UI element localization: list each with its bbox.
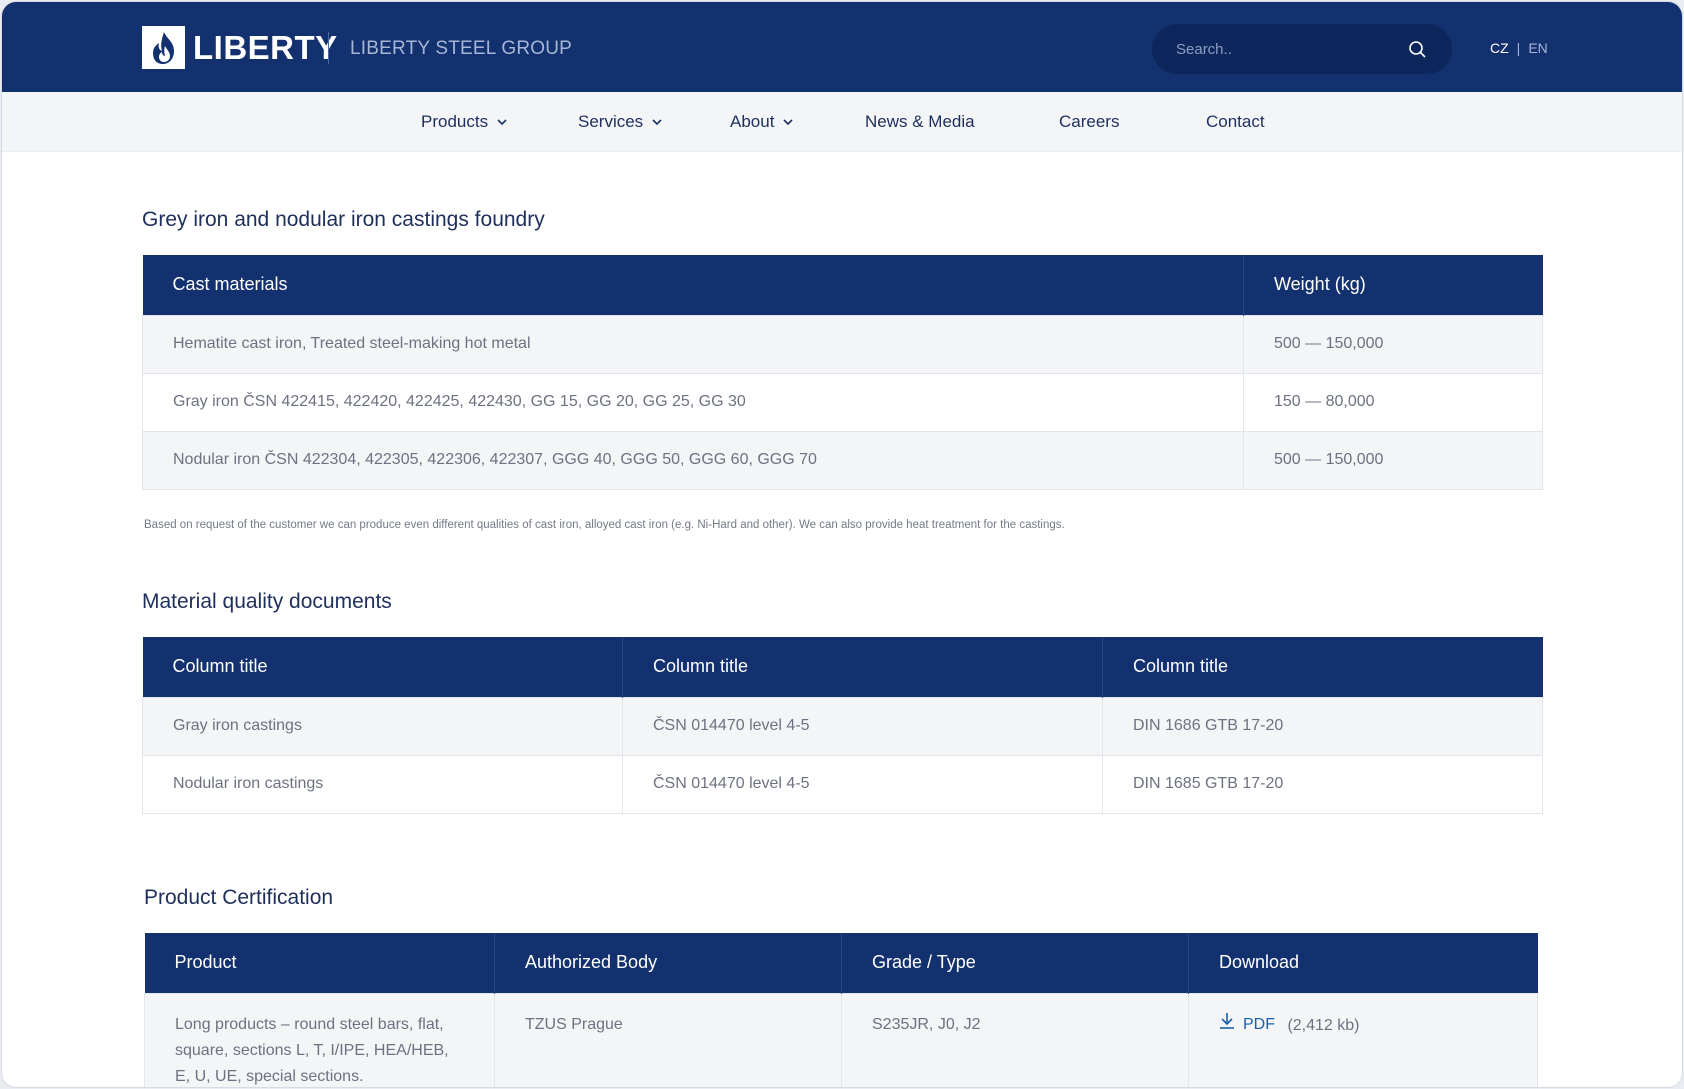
browser-frame: LIBERTY LIBERTY STEEL GROUP CZ | EN Prod…: [2, 2, 1682, 1087]
certification-title: Product Certification: [144, 886, 334, 909]
table-cell: 150 — 80,000: [1243, 372, 1543, 432]
search-box: [1152, 24, 1452, 74]
nav-services-label: Services: [578, 112, 644, 131]
nav-contact[interactable]: Contact: [1206, 112, 1265, 132]
table-row: Nodular iron castings ČSN 014470 level 4…: [142, 754, 1543, 814]
lang-separator: |: [1516, 40, 1521, 56]
foundry-table: Cast materials Weight (kg) Hematite cast…: [142, 255, 1543, 490]
nav-careers[interactable]: Careers: [1059, 112, 1119, 132]
table-cell: DIN 1685 GTB 17-20: [1102, 754, 1543, 814]
table-header-row: Cast materials Weight (kg): [142, 255, 1543, 315]
column-header: Product: [144, 933, 495, 993]
nav-about-label: About: [730, 112, 775, 131]
table-cell: ČSN 014470 level 4-5: [622, 754, 1103, 814]
logo[interactable]: LIBERTY: [142, 26, 338, 69]
table-cell: PDF (2,412 kb): [1188, 992, 1538, 1087]
lang-cz[interactable]: CZ: [1490, 40, 1509, 56]
lang-en[interactable]: EN: [1528, 40, 1547, 56]
table-cell: DIN 1686 GTB 17-20: [1102, 696, 1543, 756]
table-cell: Gray iron ČSN 422415, 422420, 422425, 42…: [142, 372, 1244, 432]
column-header: Cast materials: [142, 255, 1244, 315]
column-header: Weight (kg): [1243, 255, 1543, 315]
download-icon: [1219, 1012, 1235, 1039]
nav-contact-label: Contact: [1206, 112, 1265, 131]
table-row: Gray iron ČSN 422415, 422420, 422425, 42…: [142, 372, 1543, 432]
nav-careers-label: Careers: [1059, 112, 1120, 131]
nav-products[interactable]: Products: [421, 112, 508, 132]
logo-text: LIBERTY: [193, 28, 338, 66]
table-cell: ČSN 014470 level 4-5: [622, 696, 1103, 756]
chevron-down-icon: [496, 116, 508, 128]
nav-services[interactable]: Services: [578, 112, 663, 132]
column-header: Column title: [1102, 637, 1543, 697]
table-cell: Gray iron castings: [142, 696, 623, 756]
nav-products-label: Products: [421, 112, 489, 131]
table-header-row: Product Authorized Body Grade / Type Dow…: [144, 933, 1538, 993]
table-cell: 500 — 150,000: [1243, 430, 1543, 490]
nav-about[interactable]: About: [730, 112, 794, 132]
table-row: Nodular iron ČSN 422304, 422305, 422306,…: [142, 430, 1543, 490]
table-row: Hematite cast iron, Treated steel-making…: [142, 314, 1543, 374]
table-cell: Nodular iron ČSN 422304, 422305, 422306,…: [142, 430, 1244, 490]
quality-title: Material quality documents: [142, 590, 392, 613]
table-cell: 500 — 150,000: [1243, 314, 1543, 374]
foundry-note: Based on request of the customer we can …: [144, 519, 1065, 531]
main-nav: Products Services About News & Media Car…: [2, 92, 1682, 152]
nav-news-media[interactable]: News & Media: [865, 112, 975, 132]
column-header: Grade / Type: [841, 933, 1189, 993]
column-header: Authorized Body: [494, 933, 842, 993]
column-header: Download: [1188, 933, 1538, 993]
pdf-download-link[interactable]: PDF: [1219, 1012, 1275, 1039]
table-cell: Long products – round steel bars, flat, …: [144, 992, 495, 1087]
search-input[interactable]: [1176, 40, 1406, 58]
table-cell: TZUS Prague: [494, 992, 842, 1087]
column-header: Column title: [622, 637, 1103, 697]
chevron-down-icon: [782, 116, 794, 128]
search-icon[interactable]: [1406, 38, 1428, 60]
quality-table: Column title Column title Column title G…: [142, 637, 1543, 814]
table-row: Gray iron castings ČSN 014470 level 4-5 …: [142, 696, 1543, 756]
table-cell: S235JR, J0, J2: [841, 992, 1189, 1087]
table-cell: Nodular iron castings: [142, 754, 623, 814]
top-header: LIBERTY LIBERTY STEEL GROUP CZ | EN: [2, 2, 1682, 92]
chevron-down-icon: [651, 116, 663, 128]
language-switcher: CZ | EN: [1490, 40, 1548, 56]
header-divider: [328, 32, 329, 64]
pdf-label: PDF: [1243, 1016, 1275, 1033]
table-cell: Hematite cast iron, Treated steel-making…: [142, 314, 1244, 374]
pdf-size: (2,412 kb): [1287, 1016, 1360, 1034]
nav-news-label: News & Media: [865, 112, 975, 131]
column-header: Column title: [142, 637, 623, 697]
table-header-row: Column title Column title Column title: [142, 637, 1543, 697]
group-name: LIBERTY STEEL GROUP: [350, 38, 573, 59]
table-row: Long products – round steel bars, flat, …: [144, 992, 1538, 1087]
flame-logo-icon: [142, 26, 185, 69]
certification-table: Product Authorized Body Grade / Type Dow…: [144, 933, 1538, 1087]
foundry-title: Grey iron and nodular iron castings foun…: [142, 208, 545, 231]
